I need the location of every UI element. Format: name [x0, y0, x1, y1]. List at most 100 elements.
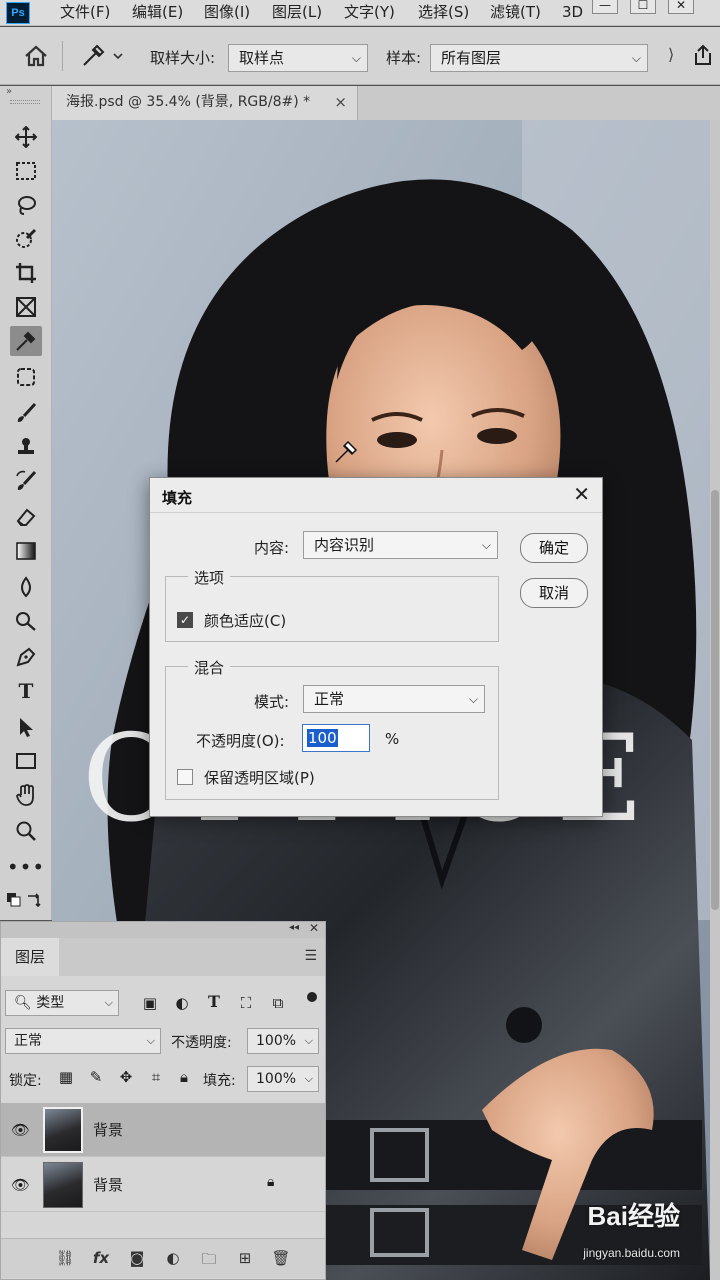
panel-collapse-icon[interactable]: »: [6, 86, 12, 97]
dodge-tool-icon[interactable]: [10, 606, 42, 636]
lock-pixels-icon[interactable]: ✎: [85, 1068, 107, 1086]
menu-edit[interactable]: 编辑(E): [132, 2, 183, 22]
lock-artboard-icon[interactable]: ⌗: [145, 1068, 167, 1086]
blur-tool-icon[interactable]: [10, 572, 42, 602]
tools-panel: » T •••: [0, 86, 52, 920]
lock-all-icon[interactable]: 🔒︎: [173, 1068, 195, 1086]
document-tab[interactable]: 海报.psd @ 35.4% (背景, RGB/8#) * ×: [52, 86, 358, 120]
layer-thumbnail: [43, 1162, 83, 1208]
image-filter-icon[interactable]: ▣: [139, 994, 161, 1012]
layers-tab-bar: 图层 ☰: [1, 938, 325, 976]
opacity-input[interactable]: 100: [302, 724, 370, 752]
adjustment-filter-icon[interactable]: ◐: [171, 994, 193, 1012]
marquee-tool-icon[interactable]: [10, 156, 42, 186]
color-adapt-checkbox[interactable]: ✓: [177, 612, 193, 628]
trash-icon[interactable]: 🗑︎: [269, 1249, 293, 1267]
lock-transparent-icon[interactable]: ▦: [55, 1068, 77, 1086]
adjustment-layer-icon[interactable]: ◐: [161, 1249, 185, 1267]
patch-tool-icon[interactable]: [10, 362, 42, 392]
menu-layer[interactable]: 图层(L): [272, 2, 322, 22]
link-icon[interactable]: ⛓: [53, 1249, 77, 1267]
eraser-tool-icon[interactable]: [10, 502, 42, 532]
maximize-icon[interactable]: ☐: [630, 0, 656, 14]
crop-tool-icon[interactable]: [10, 258, 42, 288]
cancel-button[interactable]: 取消: [520, 578, 588, 608]
smart-object-filter-icon[interactable]: ⧉: [267, 994, 289, 1012]
mask-icon[interactable]: ◙: [125, 1249, 149, 1267]
gradient-tool-icon[interactable]: [10, 536, 42, 566]
eyedropper-preset-icon[interactable]: [80, 43, 124, 73]
filter-toggle-icon[interactable]: [307, 992, 317, 1002]
lasso-tool-icon[interactable]: [10, 190, 42, 220]
brush-tool-icon[interactable]: [10, 398, 42, 428]
opacity-label: 不透明度(O):: [196, 732, 285, 750]
menu-type[interactable]: 文字(Y): [344, 2, 395, 22]
lock-position-icon[interactable]: ✥: [115, 1068, 137, 1086]
menu-image[interactable]: 图像(I): [204, 2, 250, 22]
eye-icon[interactable]: 👁︎: [11, 1121, 30, 1139]
chevron-down-icon: ⌵: [631, 51, 641, 65]
path-select-tool-icon[interactable]: [10, 712, 42, 742]
folder-icon[interactable]: 🗀: [197, 1249, 221, 1274]
panel-grip[interactable]: [10, 100, 40, 104]
panel-collapse-icon[interactable]: ◂◂: [289, 922, 299, 933]
eye-icon[interactable]: 👁︎: [11, 1176, 30, 1194]
rectangle-tool-icon[interactable]: [10, 746, 42, 776]
menu-file[interactable]: 文件(F): [60, 2, 110, 22]
blend-mode-select[interactable]: 正常 ⌵: [5, 1028, 161, 1054]
eyedropper-tool-icon[interactable]: [10, 326, 42, 356]
sample-select[interactable]: 所有图层 ⌵: [430, 44, 648, 72]
layer-name[interactable]: 背景: [93, 1119, 123, 1140]
divider: [62, 41, 63, 71]
tab-layers[interactable]: 图层: [1, 938, 59, 976]
close-icon[interactable]: ✕: [573, 482, 590, 506]
more-tools-icon[interactable]: •••: [7, 852, 44, 882]
type-tool-icon[interactable]: T: [10, 676, 42, 706]
panel-menu-icon[interactable]: ☰: [304, 948, 317, 964]
preserve-transparency-label: 保留透明区域(P): [204, 769, 315, 787]
new-layer-icon[interactable]: ⊞: [233, 1249, 257, 1267]
menu-select[interactable]: 选择(S): [418, 2, 469, 22]
close-icon[interactable]: ×: [334, 86, 347, 118]
content-label: 内容:: [254, 539, 290, 557]
history-brush-tool-icon[interactable]: [10, 466, 42, 496]
quick-select-tool-icon[interactable]: [10, 224, 42, 254]
layer-row[interactable]: 👁︎ 背景 🔒︎: [1, 1158, 325, 1212]
close-window-icon[interactable]: ✕: [668, 0, 694, 14]
sample-size-value: 取样点: [239, 49, 285, 67]
layer-name[interactable]: 背景: [93, 1174, 123, 1195]
opacity-value: 100: [307, 729, 338, 747]
menu-3d[interactable]: 3D: [562, 2, 583, 22]
layers-panel: ◂◂ ✕ 图层 ☰ 🔍︎ 类型 ⌵ ▣ ◐ T ⛶ ⧉ 正常 ⌵ 不透明度: 1…: [0, 921, 326, 1280]
shape-filter-icon[interactable]: ⛶: [235, 994, 257, 1012]
opacity-field[interactable]: 100% ⌵: [247, 1028, 319, 1054]
layer-row[interactable]: 👁︎ 背景: [1, 1103, 325, 1157]
vertical-scrollbar[interactable]: [710, 120, 720, 1280]
hand-tool-icon[interactable]: [10, 780, 42, 810]
lock-label: 锁定:: [9, 1073, 42, 1089]
default-colors-icon[interactable]: [6, 892, 44, 922]
pen-tool-icon[interactable]: [10, 642, 42, 672]
scrollbar-thumb[interactable]: [711, 490, 719, 910]
type-filter-icon[interactable]: T: [203, 992, 225, 1011]
chevron-down-icon: ⌵: [146, 1034, 155, 1047]
share-icon[interactable]: [692, 43, 714, 71]
stamp-tool-icon[interactable]: [10, 432, 42, 462]
sample-size-select[interactable]: 取样点 ⌵: [228, 44, 368, 72]
toggle-icon[interactable]: ⟩: [668, 45, 674, 64]
fx-icon[interactable]: fx: [89, 1249, 113, 1267]
mode-select[interactable]: 正常 ⌵: [303, 685, 485, 713]
ok-button[interactable]: 确定: [520, 533, 588, 563]
menu-filter[interactable]: 滤镜(T): [490, 2, 541, 22]
preserve-transparency-checkbox[interactable]: [177, 769, 193, 785]
zoom-tool-icon[interactable]: [10, 816, 42, 846]
minimize-icon[interactable]: —: [592, 0, 618, 14]
close-icon[interactable]: ✕: [309, 921, 319, 935]
home-icon[interactable]: [24, 45, 48, 71]
sample-value: 所有图层: [441, 49, 502, 67]
fill-field[interactable]: 100% ⌵: [247, 1066, 319, 1092]
filter-type-select[interactable]: 🔍︎ 类型 ⌵: [5, 990, 119, 1016]
move-tool-icon[interactable]: [10, 122, 42, 152]
frame-tool-icon[interactable]: [10, 292, 42, 322]
content-select[interactable]: 内容识别 ⌵: [303, 531, 498, 559]
